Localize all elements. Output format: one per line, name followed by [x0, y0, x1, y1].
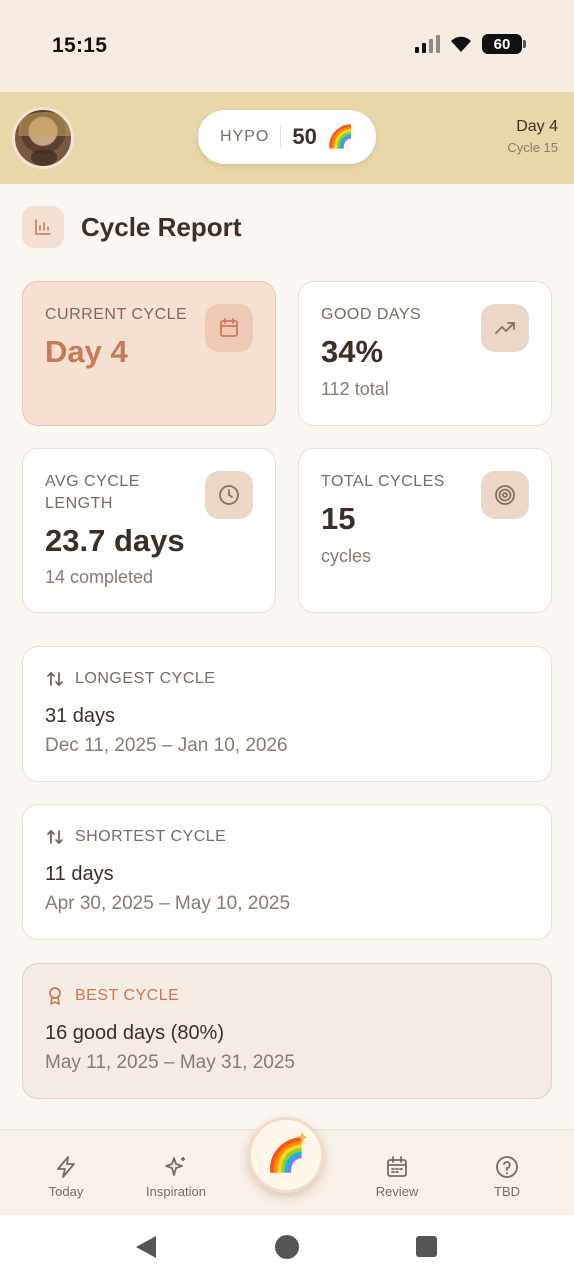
nav-inspiration[interactable]: Inspiration — [126, 1154, 226, 1199]
avatar[interactable] — [12, 107, 74, 169]
wifi-icon — [451, 36, 471, 52]
day-info: Day 4 Cycle 15 — [507, 118, 558, 155]
best-cycle-value: 16 good days (80%) — [45, 1022, 225, 1044]
best-cycle-card: BEST CYCLE 16 good days (80%) May 11, 20… — [22, 963, 552, 1099]
stat-value: Day 4 — [45, 334, 128, 369]
help-icon — [496, 1156, 518, 1178]
score-pill[interactable]: HYPO 50 🌈 — [198, 110, 376, 164]
longest-cycle-label: LONGEST CYCLE — [45, 669, 215, 689]
page-title: Cycle Report — [81, 211, 242, 242]
nav-review[interactable]: Review — [347, 1154, 447, 1199]
best-cycle-range: May 11, 2025 – May 31, 2025 — [45, 1052, 295, 1073]
app-header: HYPO 50 🌈 Day 4 Cycle 15 — [0, 92, 574, 184]
lightning-icon — [57, 1156, 75, 1178]
back-icon[interactable] — [136, 1236, 156, 1258]
shortest-cycle-card: SHORTEST CYCLE 11 days Apr 30, 2025 – Ma… — [22, 804, 552, 940]
status-icons: 60 — [415, 34, 526, 54]
current-day: Day 4 — [516, 118, 558, 135]
shortest-cycle-label: SHORTEST CYCLE — [45, 827, 226, 847]
sort-arrows-icon — [47, 830, 63, 844]
battery-icon: 60 — [482, 34, 526, 54]
status-time: 15:15 — [52, 34, 108, 57]
signal-icon — [415, 35, 440, 53]
total-cycles-card: TOTAL CYCLES 15 cycles — [298, 448, 552, 613]
sparkle-icon: ✦ — [295, 1130, 309, 1147]
nav-today[interactable]: Today — [16, 1154, 116, 1199]
stat-label: AVG CYCLE LENGTH — [45, 473, 140, 512]
nav-tbd[interactable]: TBD — [457, 1154, 557, 1199]
award-icon — [49, 987, 61, 1005]
target-icon — [481, 471, 529, 519]
stat-label: CURRENT CYCLE — [45, 306, 188, 323]
score-label: HYPO — [220, 128, 270, 145]
rainbow-icon: 🌈 — [326, 124, 355, 149]
stat-sub: 112 total — [321, 379, 389, 399]
center-rainbow-button[interactable]: 🌈 ✦ — [248, 1117, 324, 1193]
sparkles-icon — [165, 1157, 185, 1176]
stat-value: 15 — [321, 501, 356, 536]
page-title-row: Cycle Report — [22, 206, 241, 248]
stat-sub: 14 completed — [45, 567, 154, 587]
best-cycle-label: BEST CYCLE — [45, 986, 179, 1006]
longest-cycle-value: 31 days — [45, 705, 116, 727]
current-cycle: Cycle 15 — [507, 140, 558, 155]
clock-icon — [205, 471, 253, 519]
stat-label: GOOD DAYS — [321, 306, 422, 323]
good-days-card: GOOD DAYS 34% 112 total — [298, 281, 552, 426]
shortest-cycle-range: Apr 30, 2025 – May 10, 2025 — [45, 893, 291, 914]
avg-cycle-length-card: AVG CYCLE LENGTH 23.7 days 14 completed — [22, 448, 276, 613]
trending-up-icon — [481, 304, 529, 352]
longest-cycle-range: Dec 11, 2025 – Jan 10, 2026 — [45, 735, 288, 756]
stat-label: TOTAL CYCLES — [321, 473, 445, 490]
calendar-icon — [387, 1156, 407, 1177]
shortest-cycle-value: 11 days — [45, 863, 114, 885]
sort-arrows-icon — [47, 672, 63, 686]
system-nav-bar — [0, 1215, 574, 1280]
calendar-icon — [205, 304, 253, 352]
longest-cycle-card: LONGEST CYCLE 31 days Dec 11, 2025 – Jan… — [22, 646, 552, 782]
home-icon[interactable] — [275, 1235, 299, 1259]
stat-value: 23.7 days — [45, 523, 185, 558]
current-cycle-card: CURRENT CYCLE Day 4 — [22, 281, 276, 426]
stat-value: 34% — [321, 334, 384, 369]
status-bar: 15:15 60 — [0, 0, 574, 92]
stat-sub: cycles — [321, 546, 372, 566]
score-value: 50 — [292, 124, 317, 149]
score-divider — [280, 126, 282, 148]
recents-icon[interactable] — [416, 1236, 437, 1257]
bar-chart-icon — [22, 206, 64, 248]
